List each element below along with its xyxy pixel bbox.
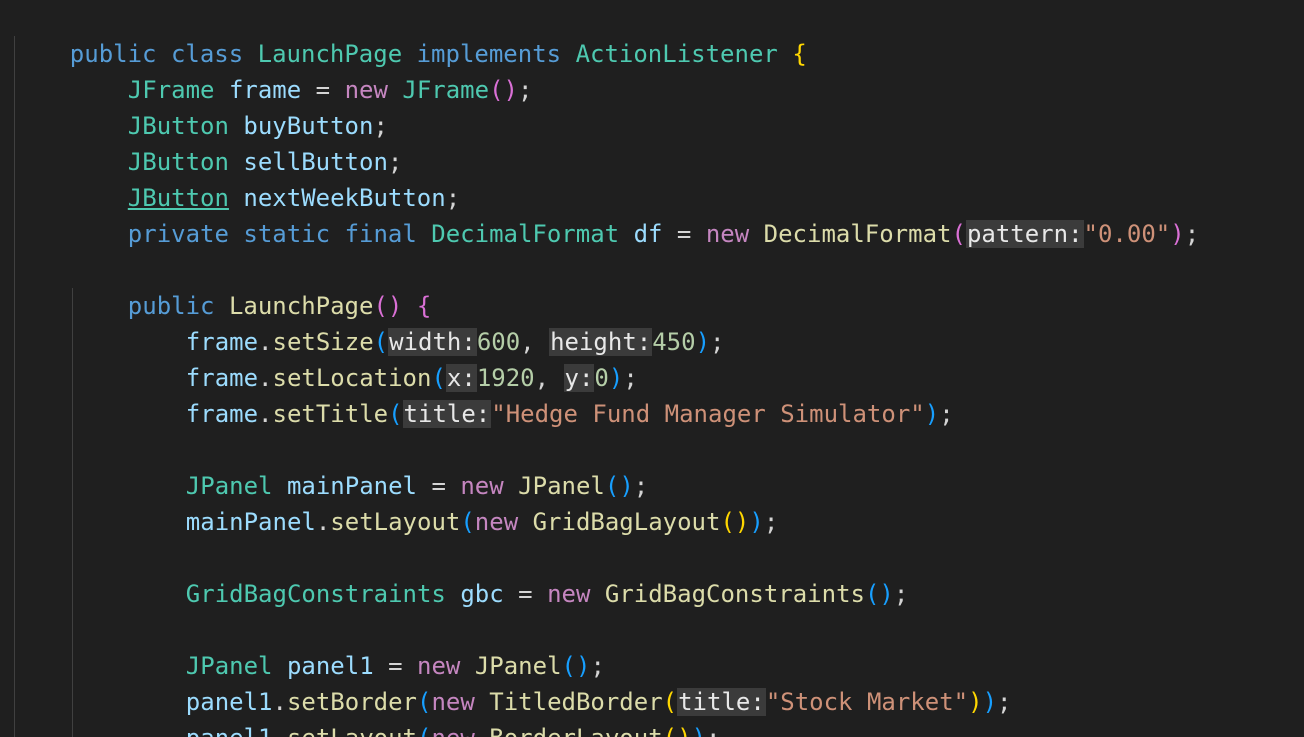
semicolon: ;: [939, 400, 954, 428]
constructor-name: GridBagLayout: [532, 508, 721, 536]
operator: =: [518, 580, 533, 608]
semicolon: ;: [517, 76, 533, 104]
code-editor[interactable]: public class LaunchPage implements Actio…: [0, 0, 1304, 737]
constructor-name: DecimalFormat: [763, 220, 952, 248]
code-line-4[interactable]: JButton sellButton;: [70, 108, 403, 176]
method-name: setTitle: [272, 400, 389, 428]
paren: ): [692, 724, 706, 737]
inlay-hint: title:: [402, 400, 492, 428]
interface-name: ActionListener: [575, 40, 778, 68]
semicolon: ;: [997, 688, 1012, 716]
code-line-8[interactable]: frame.setSize(width:600, height:450);: [128, 288, 725, 356]
semicolon: ;: [706, 724, 720, 737]
paren: (: [417, 724, 431, 737]
code-line-12[interactable]: mainPanel.setLayout(new GridBagLayout())…: [128, 468, 778, 536]
string-literal: "Stock Market": [765, 688, 969, 716]
inlay-hint: pattern:: [965, 220, 1084, 248]
keyword: private: [127, 220, 229, 248]
constructor-name: BorderLayout: [489, 724, 662, 737]
paren: ): [695, 328, 711, 356]
semicolon: ;: [1184, 220, 1200, 248]
code-line-5[interactable]: JButton nextWeekButton;: [70, 144, 460, 212]
code-line-9[interactable]: frame.setLocation(x:1920, y:0);: [128, 324, 638, 392]
parens: (): [720, 508, 750, 536]
paren: ): [968, 688, 983, 716]
variable: frame: [185, 400, 259, 428]
keyword: new: [547, 580, 591, 608]
semicolon: ;: [893, 580, 909, 608]
method-name: setLayout: [330, 508, 461, 536]
code-line-7[interactable]: public LaunchPage() {: [70, 252, 431, 320]
string-literal: "Hedge Fund Manager Simulator": [491, 400, 925, 428]
type-name: JFrame: [402, 76, 490, 104]
variable: df: [633, 220, 663, 248]
keyword: static: [243, 220, 331, 248]
paren: ): [1170, 220, 1185, 248]
indent-guide-level1: [14, 36, 15, 737]
type-name: DecimalFormat: [431, 220, 620, 248]
paren: ): [749, 508, 764, 536]
variable: gbc: [460, 580, 504, 608]
semicolon: ;: [763, 508, 779, 536]
keyword: new: [705, 220, 750, 248]
code-line-2[interactable]: JFrame frame = new JFrame();: [70, 36, 533, 104]
dot: .: [273, 724, 287, 737]
operator: =: [676, 220, 692, 248]
keyword: new: [474, 508, 519, 536]
code-line-6[interactable]: private static final DecimalFormat df = …: [70, 180, 1199, 248]
dot: .: [315, 508, 331, 536]
parens: (): [864, 580, 894, 608]
code-line-1[interactable]: public class LaunchPage implements Actio…: [12, 0, 807, 68]
parens: (): [663, 724, 692, 737]
code-line-15[interactable]: panel1.setBorder(new TitledBorder(title:…: [128, 648, 1011, 716]
method-name: setLayout: [287, 724, 417, 737]
variable: mainPanel: [185, 508, 316, 536]
code-line-11[interactable]: JPanel mainPanel = new JPanel();: [128, 432, 648, 500]
code-line-14[interactable]: JPanel panel1 = new JPanel();: [128, 612, 605, 680]
constructor-name: GridBagConstraints: [604, 580, 865, 608]
code-line-13[interactable]: GridBagConstraints gbc = new GridBagCons…: [128, 540, 909, 608]
keyword: new: [431, 724, 474, 737]
number-literal: 450: [652, 328, 696, 356]
string-literal: "0.00": [1083, 220, 1171, 248]
variable: panel1: [186, 724, 273, 737]
paren: (: [460, 508, 475, 536]
dot: .: [258, 400, 273, 428]
type-name: GridBagConstraints: [185, 580, 446, 608]
brace: {: [792, 40, 807, 68]
code-line-16[interactable]: panel1.setLayout(new BorderLayout());: [128, 684, 721, 737]
paren: (: [388, 400, 403, 428]
paren: ): [982, 688, 998, 716]
parens: (): [489, 76, 518, 104]
paren: (: [951, 220, 966, 248]
keyword: final: [344, 220, 417, 248]
semicolon: ;: [710, 328, 725, 356]
paren: ): [924, 400, 940, 428]
code-line-3[interactable]: JButton buyButton;: [70, 72, 388, 140]
code-line-10[interactable]: frame.setTitle(title:"Hedge Fund Manager…: [128, 360, 954, 428]
